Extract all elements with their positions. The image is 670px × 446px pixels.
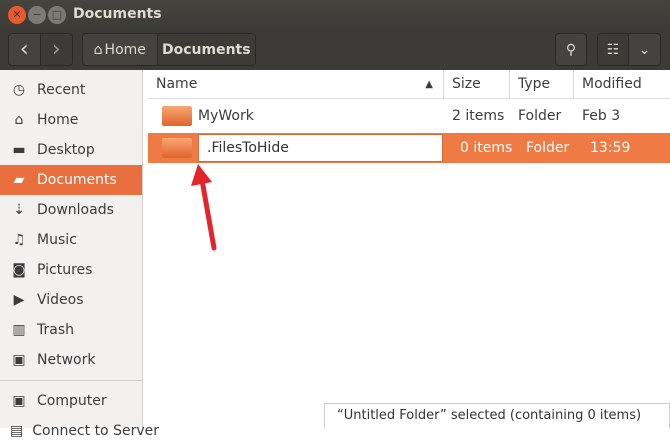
sidebar-item-music[interactable]: ♫ Music <box>0 225 142 255</box>
file-name: MyWork <box>198 108 254 124</box>
music-icon: ♫ <box>12 232 26 248</box>
video-icon: ▶ <box>13 292 25 308</box>
file-modified: 13:59 <box>590 140 631 156</box>
sidebar-item-recent[interactable]: ◷ Recent <box>0 75 142 105</box>
minimize-button[interactable]: − <box>28 6 46 24</box>
breadcrumb: ⌂ Home Documents <box>82 33 256 66</box>
camera-icon: ◙ <box>12 262 26 278</box>
file-size: 2 items <box>452 108 505 124</box>
trash-icon: ▥ <box>12 322 26 338</box>
column-modified[interactable]: Modified <box>574 70 670 98</box>
list-view-button[interactable]: ☷ <box>598 34 630 65</box>
clock-icon: ◷ <box>12 82 26 98</box>
back-button[interactable]: ‹ <box>9 34 41 65</box>
sidebar-device-0[interactable]: ▣ Computer <box>0 386 142 416</box>
folder-icon: ▰ <box>13 172 25 188</box>
sidebar-item-network[interactable]: ▣ Network <box>0 345 142 375</box>
drive-icon: ▣ <box>12 393 26 409</box>
crumb-documents[interactable]: Documents <box>157 34 255 65</box>
desktop-icon: ▬ <box>12 142 26 158</box>
maximize-button[interactable]: □ <box>48 6 66 24</box>
sidebar-item-trash[interactable]: ▥ Trash <box>0 315 142 345</box>
folder-icon <box>162 138 192 158</box>
home-icon: ⌂ <box>93 41 103 58</box>
column-name[interactable]: Name ▲ <box>148 70 444 98</box>
search-icon: ⚲ <box>565 41 577 58</box>
window-title: Documents <box>73 6 162 22</box>
sidebar-item-desktop[interactable]: ▬ Desktop <box>0 135 142 165</box>
crumb-home[interactable]: ⌂ Home <box>83 34 158 65</box>
network-icon: ▣ <box>12 352 26 368</box>
file-type: Folder <box>526 140 570 156</box>
sidebar-item-home[interactable]: ⌂ Home <box>0 105 142 135</box>
sort-up-icon: ▲ <box>425 78 433 90</box>
sidebar-item-videos[interactable]: ▶ Videos <box>0 285 142 315</box>
menu-button[interactable]: ⌄ <box>629 34 660 65</box>
rename-input[interactable]: .FilesToHide <box>198 134 443 162</box>
drive-icon: ▤ <box>10 423 24 439</box>
list-icon: ☷ <box>606 41 620 58</box>
column-size[interactable]: Size <box>444 70 510 98</box>
file-type: Folder <box>518 108 562 124</box>
close-button[interactable]: ✕ <box>8 6 26 24</box>
status-bar: “Untitled Folder” selected (containing 0… <box>324 403 670 428</box>
search-button[interactable]: ⚲ <box>556 34 586 65</box>
divider <box>0 380 142 381</box>
column-type[interactable]: Type <box>510 70 574 98</box>
file-modified: Feb 3 <box>582 108 621 124</box>
sidebar-item-downloads[interactable]: ⇣ Downloads <box>0 195 142 225</box>
title-bar: ✕ − □ Documents <box>0 0 670 30</box>
file-size: 0 items <box>460 140 513 156</box>
sidebar-item-documents[interactable]: ▰ Documents <box>0 165 142 195</box>
folder-icon <box>162 106 192 126</box>
table-row-selected[interactable]: .FilesToHide 0 items Folder 13:59 <box>148 133 670 163</box>
sidebar: ◷ Recent ⌂ Home ▬ Desktop ▰ Documents ⇣ Downloads… <box>0 70 159 439</box>
table-row[interactable]: MyWork 2 items Folder Feb 3 <box>148 101 670 131</box>
toolbar: ‹ › ⌂ Home Documents ⚲ ☷ ⌄ <box>0 30 670 70</box>
annotation-arrow <box>191 164 217 251</box>
sidebar-item-pictures[interactable]: ◙ Pictures <box>0 255 142 285</box>
home-icon: ⌂ <box>14 112 24 128</box>
chevron-down-icon: ⌄ <box>638 41 651 58</box>
sidebar-device-1[interactable]: ▤ Connect to Server <box>0 416 159 446</box>
forward-button[interactable]: › <box>40 34 72 65</box>
download-icon: ⇣ <box>13 202 25 218</box>
